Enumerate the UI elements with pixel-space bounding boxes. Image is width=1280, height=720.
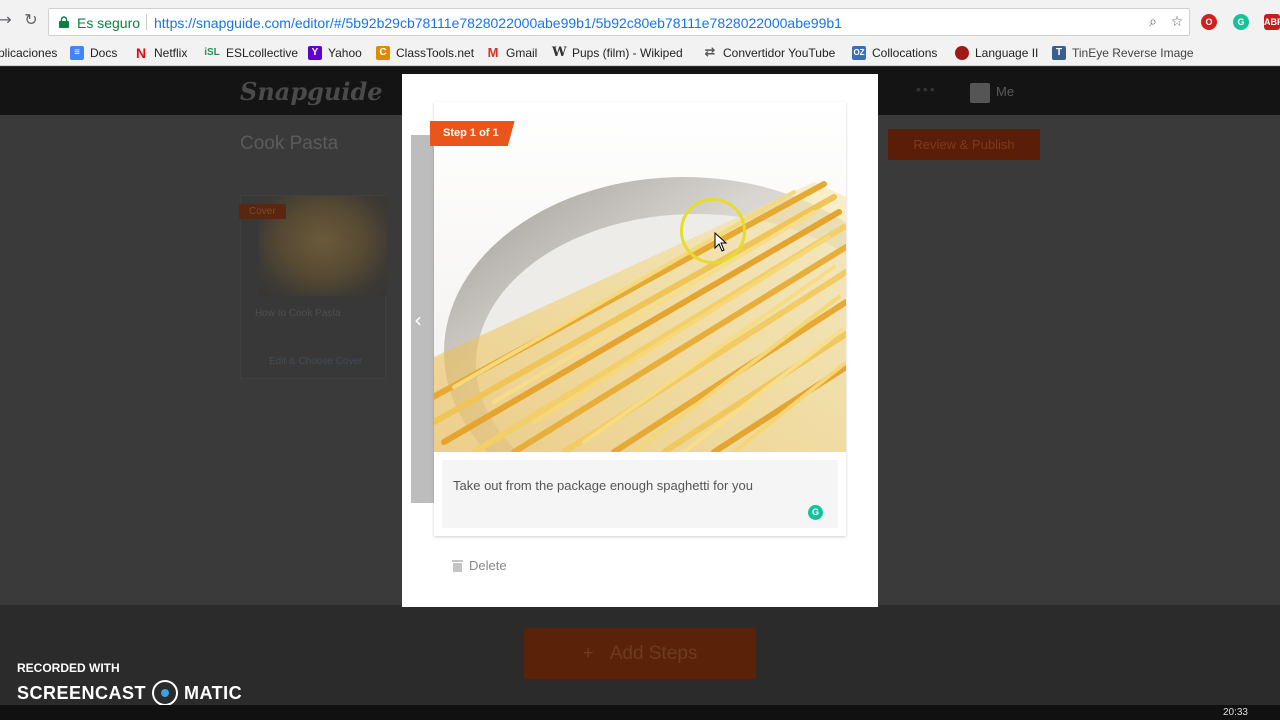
bookmark-label: Collocations — [872, 46, 938, 60]
plus-icon: + — [582, 643, 594, 664]
snapguide-logo[interactable]: Snapguide — [240, 77, 383, 106]
bookmark-label: Yahoo — [328, 46, 362, 60]
zoom-search-icon[interactable]: ⌕ — [1145, 14, 1161, 30]
step-caption: Take out from the package enough spaghet… — [453, 478, 753, 493]
bookmark-collocations[interactable]: OZ Collocations — [852, 44, 937, 62]
bookmark-wikipedia[interactable]: W Pups (film) - Wikiped — [552, 44, 683, 62]
bookmark-yahoo[interactable]: Y Yahoo — [308, 44, 362, 62]
docs-icon: ≡ — [70, 46, 84, 60]
bookmark-label: Pups (film) - Wikiped — [572, 46, 683, 60]
classtools-icon: C — [376, 46, 390, 60]
opera-extension-icon[interactable]: O — [1201, 14, 1217, 30]
lock-icon — [59, 16, 69, 28]
browser-toolbar: → ↻ Es seguro https://snapguide.com/edit… — [0, 0, 1280, 40]
step-photo[interactable] — [434, 102, 846, 452]
edit-cover-link[interactable]: Edit & Choose Cover — [269, 356, 362, 367]
step-badge: Step 1 of 1 — [430, 121, 515, 146]
bookmark-label: Netflix — [154, 46, 188, 60]
trash-icon — [452, 560, 463, 572]
bookmark-language[interactable]: Language II — [955, 44, 1038, 62]
mouse-cursor-icon — [714, 232, 728, 252]
page-title[interactable]: Cook Pasta — [240, 133, 338, 155]
bookmark-label: Docs — [90, 46, 118, 60]
wikipedia-icon: W — [552, 45, 567, 60]
watermark-recorded-with: RECORDED WITH — [17, 661, 120, 675]
bookmark-tineye[interactable]: T TinEye Reverse Image — [1052, 44, 1194, 62]
reload-icon[interactable]: ↻ — [22, 11, 40, 29]
cursor-highlight-ring — [680, 198, 746, 264]
gmail-icon: M — [487, 45, 499, 60]
chevron-left-icon[interactable]: ‹ — [414, 308, 422, 332]
bookmark-label: Gmail — [506, 46, 538, 60]
adblock-extension-icon[interactable]: ABP — [1264, 14, 1280, 30]
spaghetti-photo — [434, 102, 846, 452]
watermark-brand-b: MATIC — [184, 682, 243, 703]
yahoo-icon: Y — [308, 46, 322, 60]
grammarly-extension-icon[interactable]: G — [1233, 14, 1249, 30]
bookmarks-bar: plicaciones ≡ Docs N Netflix iSL ESLcoll… — [0, 40, 1280, 66]
record-dot-icon — [152, 680, 179, 706]
avatar[interactable] — [970, 83, 990, 103]
tineye-icon: T — [1052, 46, 1066, 60]
bookmark-convertidor[interactable]: ⇄ Convertidor YouTube — [703, 44, 836, 62]
bookmark-eslcollective[interactable]: iSL ESLcollective — [204, 44, 298, 62]
taskbar — [0, 705, 1280, 720]
bookmark-label: ESLcollective — [226, 46, 299, 60]
url-text[interactable]: https://snapguide.com/editor/#/5b92b29cb… — [154, 15, 842, 31]
bookmark-netflix[interactable]: N Netflix — [134, 44, 187, 62]
review-publish-button[interactable]: Review & Publish — [888, 129, 1040, 160]
delete-label: Delete — [469, 558, 507, 573]
bookmark-label: Convertidor YouTube — [723, 46, 836, 60]
convert-icon: ⇄ — [704, 45, 716, 60]
step-caption-field[interactable]: Take out from the package enough spaghet… — [442, 460, 838, 528]
add-steps-label: Add Steps — [609, 643, 698, 664]
bookmark-label: TinEye Reverse Image — [1072, 46, 1194, 60]
oz-icon: OZ — [852, 46, 866, 60]
cover-card[interactable]: Cover How to Cook Pasta Edit & Choose Co… — [239, 195, 387, 379]
omnibox-divider — [146, 14, 147, 30]
bookmark-classtools[interactable]: C ClassTools.net — [376, 44, 474, 62]
grammarly-icon[interactable]: G — [808, 505, 823, 520]
step-card: Take out from the package enough spaghet… — [434, 102, 846, 536]
screencast-o-matic-logo: SCREENCAST MATIC — [17, 680, 242, 706]
bookmark-label: plicaciones — [0, 46, 58, 60]
bookmark-label: ClassTools.net — [396, 46, 475, 60]
bookmark-docs[interactable]: ≡ Docs — [70, 44, 117, 62]
bookmark-label: Language II — [975, 46, 1039, 60]
address-bar[interactable]: Es seguro https://snapguide.com/editor/#… — [48, 8, 1190, 36]
more-dots-icon: ••• — [916, 81, 937, 97]
bookmark-gmail[interactable]: M Gmail — [486, 44, 538, 62]
isl-icon: iSL — [204, 47, 220, 58]
bookmark-apps[interactable]: plicaciones — [0, 44, 57, 62]
watermark-brand-a: SCREENCAST — [17, 682, 147, 703]
bookmark-star-icon[interactable]: ☆ — [1169, 14, 1185, 30]
me-menu[interactable]: Me — [996, 84, 1014, 99]
forward-icon[interactable]: → — [0, 11, 14, 29]
add-steps-button[interactable]: + Add Steps — [524, 628, 756, 679]
secure-label: Es seguro — [77, 15, 141, 31]
cover-tag: Cover — [239, 204, 286, 219]
taskbar-clock: 20:33 — [1222, 707, 1248, 718]
delete-step-button[interactable]: Delete — [452, 558, 507, 573]
cover-guide-name: How to Cook Pasta — [255, 308, 341, 319]
language-icon — [955, 46, 969, 60]
netflix-icon: N — [135, 45, 147, 61]
